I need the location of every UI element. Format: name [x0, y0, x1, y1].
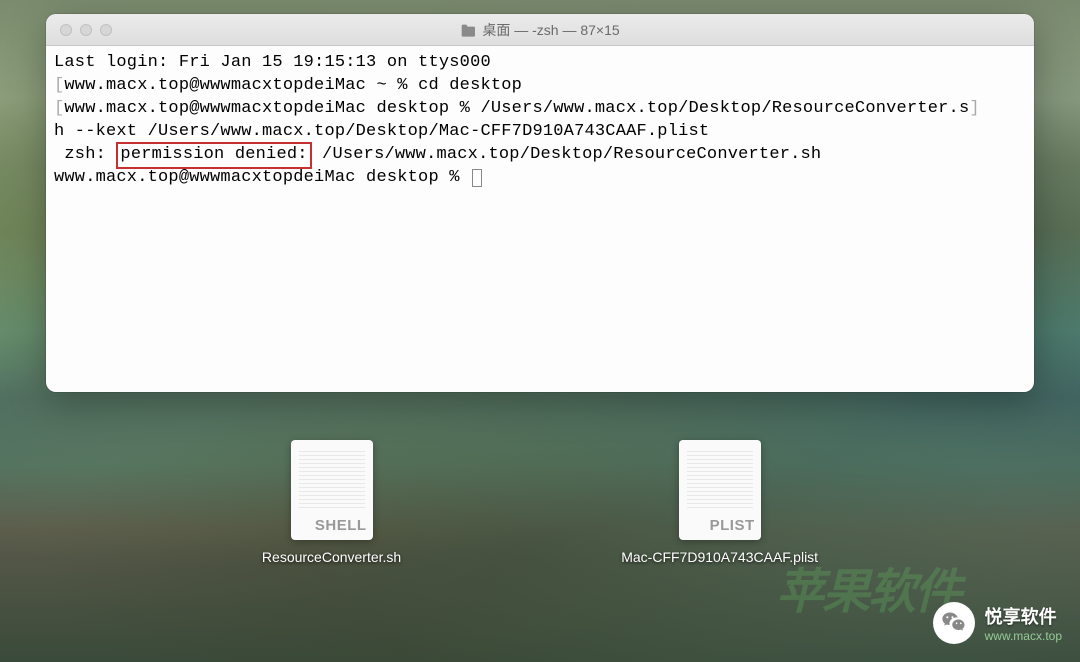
window-title-bar[interactable]: 桌面 — -zsh — 87×15 — [46, 14, 1034, 46]
bracket: [ — [54, 99, 64, 118]
terminal-line: www.macx.top@wwwmacxtopdeiMac desktop % … — [64, 99, 969, 118]
desktop-file-plist[interactable]: PLIST Mac-CFF7D910A743CAAF.plist — [621, 440, 818, 566]
watermark-main-text: 悦享软件 — [985, 603, 1062, 629]
window-title-text: 桌面 — -zsh — 87×15 — [482, 20, 619, 40]
file-icon-shell: SHELL — [291, 440, 373, 540]
watermark-text-group: 悦享软件 www.macx.top — [985, 603, 1062, 643]
window-title: 桌面 — -zsh — 87×15 — [460, 20, 619, 40]
terminal-line: zsh: — [54, 145, 116, 164]
file-type-label: PLIST — [685, 517, 755, 534]
terminal-line: www.macx.top@wwwmacxtopdeiMac ~ % cd des… — [64, 76, 522, 95]
file-name-label: ResourceConverter.sh — [262, 548, 401, 566]
bracket: ] — [969, 99, 979, 118]
cursor — [472, 169, 482, 187]
bracket: [ — [54, 76, 64, 95]
error-highlight: permission denied: — [116, 142, 311, 169]
terminal-prompt: www.macx.top@wwwmacxtopdeiMac desktop % — [54, 168, 470, 187]
desktop-file-shell[interactable]: SHELL ResourceConverter.sh — [262, 440, 401, 566]
maximize-button[interactable] — [100, 24, 112, 36]
file-type-label: SHELL — [297, 517, 367, 534]
window-controls — [46, 24, 112, 36]
close-button[interactable] — [60, 24, 72, 36]
terminal-line: h --kext /Users/www.macx.top/Desktop/Mac… — [54, 122, 709, 141]
wechat-icon — [933, 602, 975, 644]
terminal-output[interactable]: Last login: Fri Jan 15 19:15:13 on ttys0… — [46, 46, 1034, 196]
terminal-line: /Users/www.macx.top/Desktop/ResourceConv… — [312, 145, 822, 164]
terminal-window[interactable]: 桌面 — -zsh — 87×15 Last login: Fri Jan 15… — [46, 14, 1034, 392]
terminal-line: Last login: Fri Jan 15 19:15:13 on ttys0… — [54, 53, 491, 72]
watermark-sub-text: www.macx.top — [985, 629, 1062, 643]
file-icon-plist: PLIST — [679, 440, 761, 540]
minimize-button[interactable] — [80, 24, 92, 36]
watermark-logo: 悦享软件 www.macx.top — [933, 602, 1062, 644]
folder-icon — [460, 23, 476, 37]
desktop-files-area: SHELL ResourceConverter.sh PLIST Mac-CFF… — [0, 440, 1080, 566]
